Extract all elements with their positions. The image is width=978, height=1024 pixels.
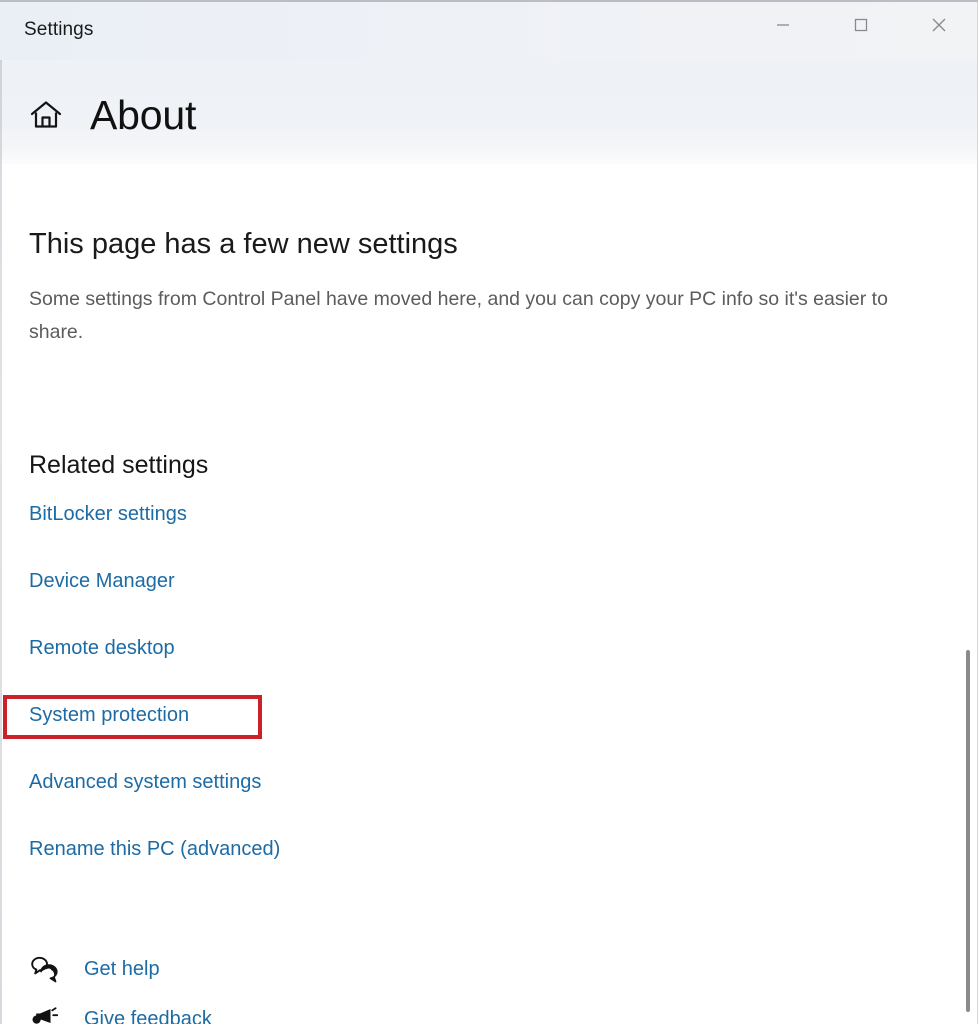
settings-window: Settings About This page has a few new s… [0,0,978,1024]
link-label: System protection [29,704,190,726]
window-controls [744,2,978,48]
footer-links: ? Get help Give feedback [0,944,978,1024]
page-header-row: About [28,92,196,138]
maximize-button[interactable] [822,2,900,48]
page-header: About [0,60,978,164]
link-label: Rename this PC (advanced) [29,838,281,860]
link-label: Advanced system settings [29,771,262,793]
new-settings-heading: This page has a few new settings [29,228,458,260]
link-give-feedback[interactable]: Give feedback [28,994,978,1024]
new-settings-description: Some settings from Control Panel have mo… [29,288,888,343]
related-settings-heading: Related settings [29,451,209,479]
link-system-protection[interactable]: System protection [29,702,978,769]
link-bitlocker-settings[interactable]: BitLocker settings [29,501,978,568]
close-icon [931,17,947,33]
minimize-icon [776,18,790,32]
help-speech-bubble-icon: ? [28,952,62,986]
content-area: This page has a few new settings Some se… [0,164,978,1024]
vertical-scrollbar[interactable] [964,164,976,1024]
close-button[interactable] [900,2,978,48]
footer-link-label: Get help [84,958,160,980]
maximize-icon [854,18,868,32]
link-device-manager[interactable]: Device Manager [29,568,978,635]
link-rename-this-pc[interactable]: Rename this PC (advanced) [29,836,978,903]
link-label: Device Manager [29,570,175,592]
link-label: BitLocker settings [29,503,187,525]
footer-link-label: Give feedback [84,1008,212,1024]
home-icon[interactable] [28,97,64,133]
link-advanced-system-settings[interactable]: Advanced system settings [29,769,978,836]
link-label: Remote desktop [29,637,175,659]
minimize-button[interactable] [744,2,822,48]
related-settings-list: BitLocker settings Device Manager Remote… [0,501,978,903]
link-remote-desktop[interactable]: Remote desktop [29,635,978,702]
window-left-border [0,60,2,1024]
svg-text:?: ? [45,967,52,979]
feedback-megaphone-icon [28,1002,62,1024]
link-get-help[interactable]: ? Get help [28,944,978,994]
scrollbar-thumb[interactable] [966,650,970,1012]
window-title: Settings [24,19,94,40]
page-title: About [90,92,197,138]
title-bar[interactable]: Settings [0,0,978,60]
